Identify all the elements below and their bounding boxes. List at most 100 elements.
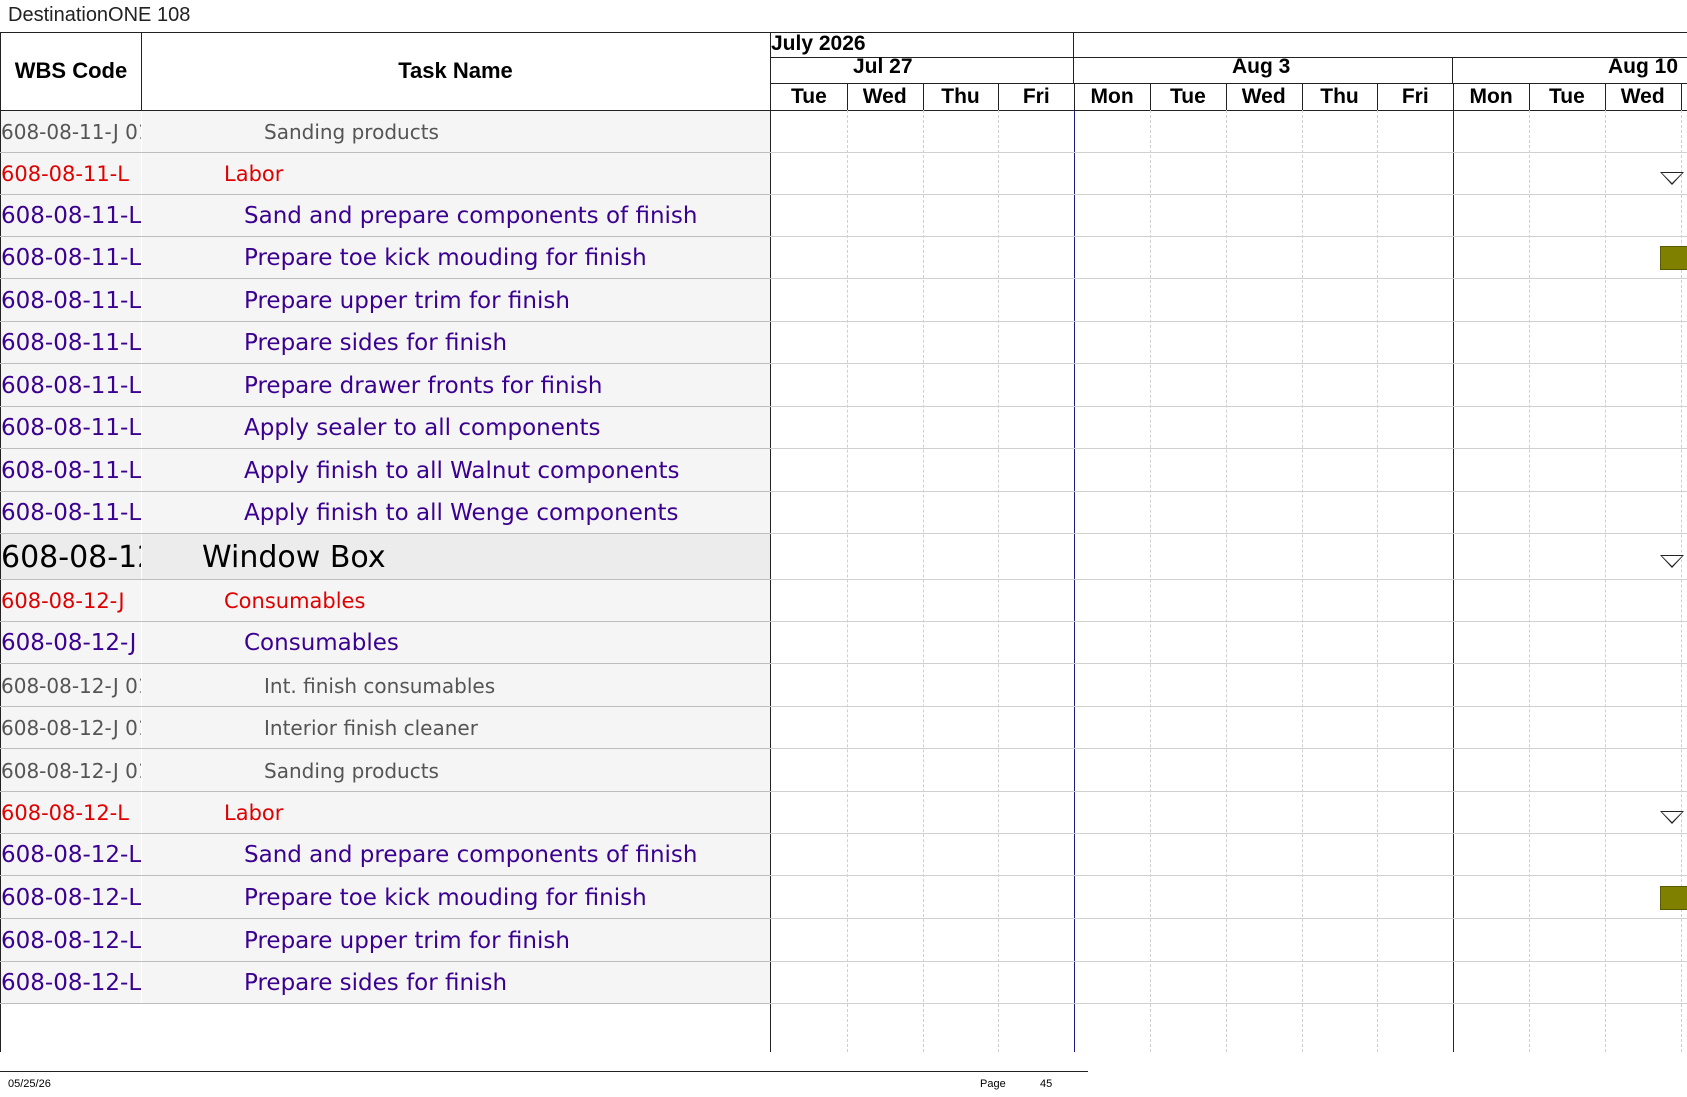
task-name-cell[interactable]: Interior finish cleaner: [142, 707, 770, 749]
table-row[interactable]: 608-08-12-L 0Prepare toe kick mouding fo…: [0, 876, 1687, 919]
wbs-code-cell[interactable]: 608-08-12-J 01: [1, 749, 141, 792]
timeline-day-7: Thu: [1320, 85, 1359, 108]
wbs-code-cell[interactable]: 608-08-11-L 0: [1, 449, 141, 492]
task-name-cell[interactable]: Labor: [142, 792, 770, 834]
task-name-cell[interactable]: Prepare drawer fronts for finish: [142, 364, 770, 407]
task-name-cell[interactable]: Int. finish consumables: [142, 664, 770, 707]
wbs-code-cell[interactable]: 608-08-11-L 0: [1, 195, 141, 237]
task-bar[interactable]: [1660, 886, 1687, 910]
timeline-day-10: Tue: [1549, 85, 1585, 108]
wbs-column-header[interactable]: WBS Code: [1, 32, 141, 110]
wbs-code-cell[interactable]: 608-08-11-L 0: [1, 492, 141, 534]
task-bar[interactable]: [1660, 246, 1687, 270]
wbs-code-cell[interactable]: 608-08-12-L 0: [1, 876, 141, 919]
table-row[interactable]: 608-08-11-L Labor: [0, 153, 1687, 195]
wbs-code-cell[interactable]: 608-08-12-J: [1, 580, 141, 622]
wbs-code-cell[interactable]: 608-08-11-L: [1, 153, 141, 195]
header-divider: [141, 32, 142, 110]
timeline-week-aug3: Aug 3: [1232, 55, 1291, 78]
task-column-header[interactable]: Task Name: [141, 32, 770, 110]
task-name-cell[interactable]: Prepare sides for finish: [142, 962, 770, 1004]
task-name-cell[interactable]: Consumables: [142, 622, 770, 664]
app-title: DestinationONE 108: [8, 4, 191, 26]
table-row[interactable]: 608-08-12-J 01 Interior finish cleaner: [0, 707, 1687, 749]
table-row[interactable]: 608-08-11-J 01 Sanding products: [0, 111, 1687, 153]
wbs-code-cell[interactable]: 608-08-12-J 01: [1, 664, 141, 707]
task-name-cell[interactable]: Sand and prepare components of finish: [142, 195, 770, 237]
wbs-code-cell[interactable]: 608-08-11-L 0: [1, 279, 141, 322]
wbs-code-cell[interactable]: 608-08-12-J 0: [1, 622, 141, 664]
table-row[interactable]: 608-08-11-L 0Sand and prepare components…: [0, 195, 1687, 237]
day-header-divider: [998, 84, 1000, 110]
timeline-day-2: Thu: [941, 85, 980, 108]
timeline-day-8: Fri: [1401, 85, 1429, 108]
task-name-cell[interactable]: Apply finish to all Wenge components: [142, 492, 770, 534]
timeline-day-5: Tue: [1170, 85, 1206, 108]
timeline-day-4: Mon: [1090, 85, 1134, 108]
day-header-divider: [1680, 84, 1682, 110]
timeline-day-11: Wed: [1620, 85, 1665, 108]
wbs-code-cell[interactable]: 608-08-12-L: [1, 792, 141, 834]
table-row[interactable]: 608-08-11-L 0Apply finish to all Wenge c…: [0, 492, 1687, 534]
wbs-code-cell[interactable]: 608-08-12: [1, 534, 141, 580]
table-row[interactable]: 608-08-12-L 0Prepare upper trim for fini…: [0, 919, 1687, 962]
timeline-day-9: Mon: [1469, 85, 1513, 108]
column-headers: WBS Code Task Name: [0, 32, 770, 110]
task-name-cell[interactable]: Sand and prepare components of finish: [142, 834, 770, 876]
task-name-cell[interactable]: Prepare sides for finish: [142, 322, 770, 364]
task-name-cell[interactable]: Apply finish to all Walnut components: [142, 449, 770, 492]
day-header-divider: [1301, 84, 1303, 110]
day-header-divider: [922, 84, 924, 110]
wbs-code-cell[interactable]: 608-08-11-L 0: [1, 237, 141, 279]
table-row[interactable]: 608-08-12-J 01 Sanding products: [0, 749, 1687, 792]
footer-page-label: Page: [980, 1078, 1006, 1090]
wbs-code-cell[interactable]: 608-08-12-L 0: [1, 834, 141, 876]
wbs-code-cell[interactable]: 608-08-12-J 01: [1, 707, 141, 749]
day-header-divider: [1074, 84, 1076, 110]
table-row[interactable]: 608-08-12-J Consumables: [0, 580, 1687, 622]
task-name-cell[interactable]: Prepare upper trim for finish: [142, 919, 770, 962]
day-header-divider: [1604, 84, 1606, 110]
wbs-code-cell[interactable]: 608-08-11-L 0: [1, 407, 141, 449]
table-row[interactable]: 608-08-11-L 0Apply finish to all Walnut …: [0, 449, 1687, 492]
timeline-day-6: Wed: [1241, 85, 1286, 108]
wbs-code-cell[interactable]: 608-08-11-J 01: [1, 111, 141, 153]
timeline-row-divider: [770, 1003, 1687, 1004]
table-row[interactable]: 608-08-11-L 0Prepare drawer fronts for f…: [0, 364, 1687, 407]
table-row[interactable]: 608-08-12-L Labor: [0, 792, 1687, 834]
table-row[interactable]: 608-08-12-L 0Sand and prepare components…: [0, 834, 1687, 876]
summary-task-marker-icon[interactable]: [1660, 172, 1684, 185]
table-row[interactable]: 608-08-11-L 0Prepare upper trim for fini…: [0, 279, 1687, 322]
task-name-cell[interactable]: Window Box: [142, 534, 770, 580]
task-name-cell[interactable]: Consumables: [142, 580, 770, 622]
table-row[interactable]: 608-08-11-L 0Apply sealer to all compone…: [0, 407, 1687, 449]
task-name-cell[interactable]: Sanding products: [142, 749, 770, 792]
footer-date: 05/25/26: [8, 1078, 51, 1090]
wbs-code-cell[interactable]: 608-08-11-L 0: [1, 364, 141, 407]
timeline-day-0: Tue: [791, 85, 827, 108]
wbs-code-cell[interactable]: 608-08-12-L 0: [1, 919, 141, 962]
summary-task-marker-icon[interactable]: [1660, 811, 1684, 824]
task-name-cell[interactable]: Sanding products: [142, 111, 770, 153]
wbs-code-cell[interactable]: 608-08-11-L 0: [1, 322, 141, 364]
timeline-month: July 2026: [771, 32, 866, 55]
summary-task-marker-icon[interactable]: [1660, 555, 1684, 568]
wbs-code-cell[interactable]: 608-08-12-L 0: [1, 962, 141, 1004]
timeline-week-jul27: Jul 27: [853, 55, 913, 78]
table-row[interactable]: 608-08-12-L 0Prepare sides for finish: [0, 962, 1687, 1004]
task-name-cell[interactable]: Prepare toe kick mouding for finish: [142, 876, 770, 919]
day-header-divider: [1529, 84, 1530, 110]
task-name-cell[interactable]: Prepare upper trim for finish: [142, 279, 770, 322]
footer-page-number: 45: [1040, 1078, 1053, 1090]
month-divider: [1073, 32, 1074, 84]
table-row[interactable]: 608-08-12-J 01 Int. finish consumables: [0, 664, 1687, 707]
table-row[interactable]: 608-08-12 Window Box: [0, 534, 1687, 580]
task-name-cell[interactable]: Labor: [142, 153, 770, 195]
timeline-day-1: Wed: [862, 85, 907, 108]
week-divider: [1452, 57, 1453, 84]
task-name-cell[interactable]: Apply sealer to all components: [142, 407, 770, 449]
task-name-cell[interactable]: Prepare toe kick mouding for finish: [142, 237, 770, 279]
table-row[interactable]: 608-08-11-L 0Prepare sides for finish: [0, 322, 1687, 364]
table-row[interactable]: 608-08-11-L 0Prepare toe kick mouding fo…: [0, 237, 1687, 279]
table-row[interactable]: 608-08-12-J 0Consumables: [0, 622, 1687, 664]
